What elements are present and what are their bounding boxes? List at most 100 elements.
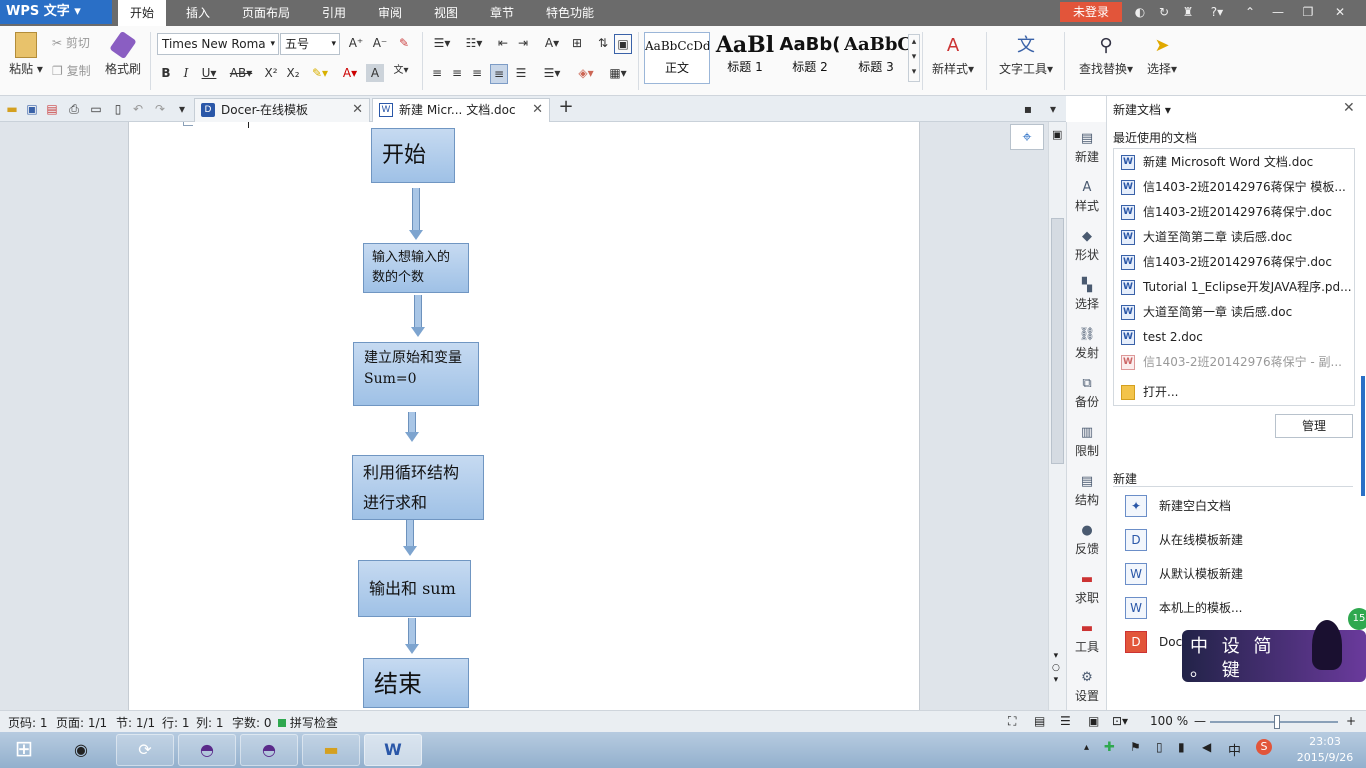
sort-icon[interactable]: ⇅: [594, 34, 612, 52]
increase-indent-icon[interactable]: ⇥: [514, 34, 532, 52]
recent-item[interactable]: W Tutorial 1_Eclipse开发JAVA程序.pd...: [1121, 276, 1351, 298]
side-job-button[interactable]: ▬ 求职: [1067, 571, 1107, 606]
tray-expand-icon[interactable]: ▴: [1084, 742, 1089, 753]
fullscreen-icon[interactable]: ⛶: [1008, 714, 1016, 729]
shirt-icon[interactable]: ♜: [1180, 4, 1196, 20]
location-pin-icon[interactable]: ⌖: [1010, 124, 1044, 150]
format-painter-button[interactable]: 格式刷: [104, 30, 142, 78]
collapse-ribbon-icon[interactable]: ⌃: [1242, 4, 1258, 20]
clock[interactable]: 23:03 2015/9/26: [1290, 734, 1360, 766]
zoom-slider-thumb[interactable]: [1274, 715, 1280, 729]
side-tools-button[interactable]: ▬ 工具: [1067, 620, 1107, 655]
tab-docer-templates[interactable]: D Docer-在线模板 ✕: [194, 98, 370, 122]
new-style-button[interactable]: A 新样式▾: [928, 32, 978, 78]
find-replace-button[interactable]: ⚲ 查找替换▾: [1074, 32, 1138, 78]
tray-flag-icon[interactable]: ⚑: [1130, 740, 1141, 754]
recent-item[interactable]: W 信1403-2班20142976蒋保宁.doc: [1121, 201, 1351, 223]
new-blank-document[interactable]: ✦ 新建空白文档: [1121, 492, 1231, 520]
tab-review[interactable]: 审阅: [370, 0, 410, 26]
style-heading-2[interactable]: AaBb( 标题 2: [778, 32, 842, 84]
signal-icon[interactable]: ▮: [1178, 740, 1185, 754]
taskbar-app-eclipse2-icon[interactable]: ◓: [240, 734, 298, 766]
zoom-in-icon[interactable]: +: [1346, 714, 1356, 728]
justify-icon[interactable]: ≡: [490, 64, 508, 84]
redo-icon[interactable]: ↷: [152, 100, 168, 118]
select-button[interactable]: ➤ 选择▾: [1142, 32, 1182, 78]
font-size-select[interactable]: 五号 ▾: [280, 33, 340, 55]
shading-icon[interactable]: ◈▾: [572, 64, 600, 82]
flow-node-init[interactable]: 建立原始和变量 Sum=0: [353, 342, 479, 406]
flow-node-start[interactable]: 开始: [371, 128, 455, 183]
text-direction-icon[interactable]: A▾: [538, 34, 566, 52]
pane-title[interactable]: 新建文档 ▾: [1113, 101, 1171, 118]
recent-item[interactable]: W 信1403-2班20142976蒋保宁 模板...: [1121, 176, 1351, 198]
border-icon[interactable]: ▦▾: [604, 64, 632, 82]
taskbar-explorer-icon[interactable]: ▬: [302, 734, 360, 766]
taskbar-app-green-icon[interactable]: ⟳: [116, 734, 174, 766]
tab-options-icon[interactable]: ▾: [1044, 100, 1062, 118]
recent-item[interactable]: W 大道至简第二章 读后感.doc: [1121, 226, 1351, 248]
style-heading-3[interactable]: AaBbC 标题 3: [844, 32, 908, 84]
align-center-icon[interactable]: ≡: [450, 64, 464, 82]
vertical-scrollbar[interactable]: ▣ ▾ ○ ▾: [1048, 122, 1066, 710]
taskbar-app-browser-icon[interactable]: ◉: [52, 734, 110, 766]
skin-icon[interactable]: ◐: [1132, 4, 1148, 20]
distribute-icon[interactable]: ☰: [512, 64, 530, 82]
print-preview-icon[interactable]: ▭: [88, 100, 104, 118]
new-from-online-template[interactable]: D 从在线模板新建: [1121, 526, 1243, 554]
side-select-button[interactable]: ▚ 选择: [1067, 277, 1107, 312]
tab-reference[interactable]: 引用: [314, 0, 354, 26]
local-templates[interactable]: W 本机上的模板...: [1121, 594, 1242, 622]
docer-item[interactable]: D Doc: [1121, 628, 1182, 656]
tab-insert[interactable]: 插入: [178, 0, 218, 26]
grow-font-icon[interactable]: A⁺: [346, 34, 366, 52]
close-tab-icon[interactable]: ✕: [532, 99, 543, 121]
taskbar-app-eclipse-icon[interactable]: ◓: [178, 734, 236, 766]
bold-icon[interactable]: B: [158, 64, 174, 82]
sogou-ime-icon[interactable]: S: [1256, 739, 1272, 755]
open-folder-icon[interactable]: ▬: [4, 100, 20, 118]
paste-button[interactable]: 粘贴 ▾: [8, 30, 44, 78]
manage-button[interactable]: 管理: [1275, 414, 1353, 438]
char-shading-icon[interactable]: A: [366, 64, 384, 82]
font-color-icon[interactable]: A▾: [338, 64, 362, 82]
outline-view-icon[interactable]: ☰: [1060, 714, 1071, 728]
underline-icon[interactable]: U▾: [198, 64, 220, 82]
recent-item[interactable]: W 新建 Microsoft Word 文档.doc: [1121, 151, 1351, 173]
recent-item[interactable]: W 大道至简第一章 读后感.doc: [1121, 301, 1351, 323]
side-settings-button[interactable]: ⚙ 设置: [1067, 669, 1107, 704]
open-file-link[interactable]: ▬ 打开...: [1121, 381, 1351, 403]
undo-icon[interactable]: ↶: [130, 100, 146, 118]
cut-button[interactable]: ✂ 剪切: [52, 34, 98, 52]
copy-button[interactable]: ❐ 复制: [52, 62, 98, 80]
align-right-icon[interactable]: ≡: [470, 64, 484, 82]
shrink-font-icon[interactable]: A⁻: [370, 34, 390, 52]
numbering-icon[interactable]: ☷▾: [460, 34, 488, 52]
tab-new-document[interactable]: W 新建 Micr... 文档.doc ✕: [372, 98, 550, 122]
print-icon[interactable]: ⎙: [66, 100, 82, 118]
recent-item[interactable]: W 信1403-2班20142976蒋保宁.doc: [1121, 251, 1351, 273]
flow-node-loop[interactable]: 利用循环结构进行求和: [352, 455, 484, 520]
web-view-icon[interactable]: ▣: [1088, 714, 1099, 728]
close-tab-icon[interactable]: ✕: [352, 99, 363, 121]
style-normal[interactable]: AaBbCcDd 正文: [644, 32, 710, 84]
save-icon[interactable]: ▣: [24, 100, 40, 118]
recent-item-missing[interactable]: W 信1403-2班20142976蒋保宁 - 副...: [1121, 351, 1351, 373]
zoom-out-icon[interactable]: —: [1194, 714, 1206, 728]
scroll-page-controls[interactable]: ▾ ○ ▾: [1052, 650, 1060, 686]
side-feedback-button[interactable]: ● 反馈: [1067, 522, 1107, 557]
side-backup-button[interactable]: ⧉ 备份: [1067, 375, 1107, 410]
flow-node-end[interactable]: 结束: [363, 658, 469, 708]
minimize-icon[interactable]: —: [1270, 4, 1286, 20]
tab-chapter[interactable]: 章节: [482, 0, 522, 26]
close-icon[interactable]: ✕: [1332, 4, 1348, 20]
strikethrough-icon[interactable]: AB▾: [226, 64, 256, 82]
side-send-button[interactable]: ⛓ 发射: [1067, 326, 1107, 361]
side-style-button[interactable]: A 样式: [1067, 179, 1107, 214]
flow-node-input[interactable]: 输入想输入的数的个数: [363, 243, 469, 293]
zoom-level[interactable]: 100 %: [1150, 714, 1188, 728]
tab-start[interactable]: 开始: [118, 0, 166, 26]
show-marks-icon[interactable]: ▣: [614, 34, 632, 54]
bullets-icon[interactable]: ☰▾: [428, 34, 456, 52]
side-new-button[interactable]: ▤ 新建: [1067, 130, 1107, 165]
